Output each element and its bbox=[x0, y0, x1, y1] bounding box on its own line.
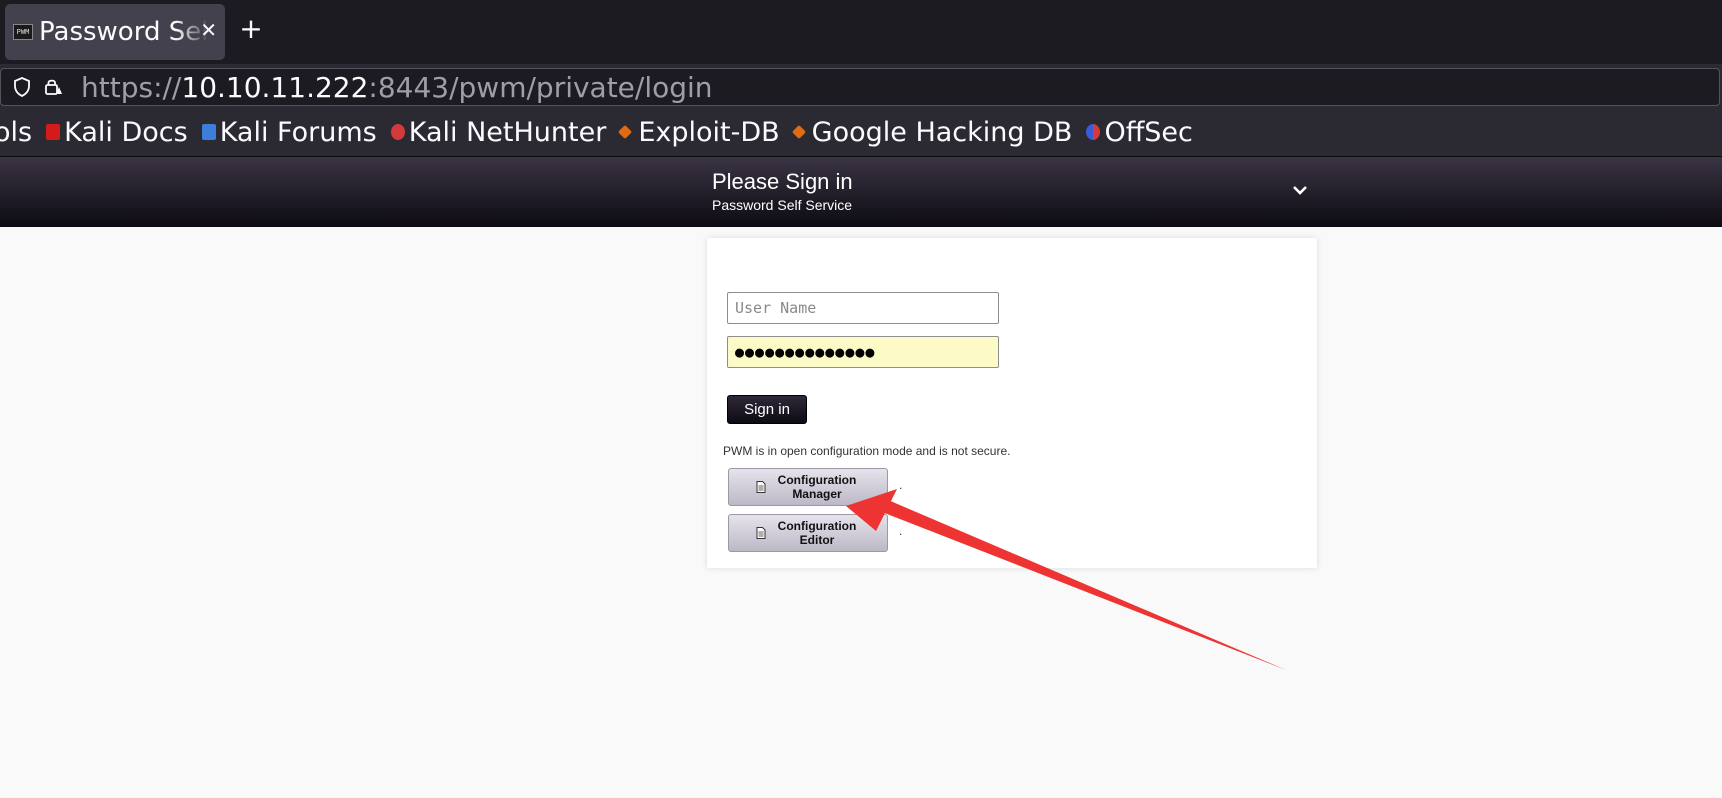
lock-warning-icon[interactable] bbox=[43, 77, 63, 97]
ghdb-icon bbox=[791, 124, 806, 140]
document-icon bbox=[756, 481, 766, 493]
chevron-down-icon[interactable] bbox=[1290, 183, 1310, 197]
url-scheme: https:// bbox=[81, 70, 182, 104]
sign-in-button[interactable]: Sign in bbox=[727, 395, 807, 424]
bookmark-tools-partial[interactable]: ols bbox=[0, 117, 32, 148]
kali-docs-icon bbox=[46, 124, 61, 140]
open-config-notice: PWM is in open configuration mode and is… bbox=[723, 444, 1011, 458]
editor-dot: . bbox=[899, 524, 903, 538]
configuration-editor-button[interactable]: Configuration Editor bbox=[728, 514, 888, 552]
password-input[interactable] bbox=[727, 336, 999, 368]
bookmark-google-hacking-db[interactable]: Google Hacking DB bbox=[791, 116, 1073, 148]
offsec-icon bbox=[1086, 124, 1101, 140]
tab-password-self-service[interactable]: PWM Password Self Service ✕ bbox=[5, 4, 225, 60]
bookmark-exploit-db[interactable]: Exploit-DB bbox=[618, 116, 780, 148]
pwm-favicon-icon: PWM bbox=[13, 24, 33, 40]
new-tab-button[interactable]: + bbox=[236, 12, 266, 45]
bookmarks-toolbar: ols Kali Docs Kali Forums Kali NetHunter… bbox=[0, 108, 1722, 157]
configuration-editor-label: Configuration Editor bbox=[777, 519, 857, 547]
page-subtitle: Password Self Service bbox=[712, 197, 853, 213]
bookmark-label: Kali Docs bbox=[64, 116, 188, 148]
bookmark-label: Kali NetHunter bbox=[408, 116, 607, 148]
exploit-db-icon bbox=[618, 124, 633, 140]
bookmark-kali-docs[interactable]: Kali Docs bbox=[46, 117, 188, 148]
manager-dot: . bbox=[899, 478, 903, 492]
page-title: Please Sign in bbox=[712, 169, 853, 194]
url-bar[interactable]: https://10.10.11.222:8443/pwm/private/lo… bbox=[0, 68, 1720, 106]
bookmark-offsec[interactable]: OffSec bbox=[1086, 116, 1193, 148]
bookmark-label: Exploit-DB bbox=[638, 116, 780, 148]
kali-forums-icon bbox=[201, 124, 216, 140]
bookmark-label: ols bbox=[0, 116, 33, 148]
navigation-bar: https://10.10.11.222:8443/pwm/private/lo… bbox=[0, 64, 1722, 108]
bookmark-kali-nethunter[interactable]: Kali NetHunter bbox=[390, 116, 607, 148]
tab-title: Password Self Service bbox=[39, 17, 209, 47]
bookmark-label: Google Hacking DB bbox=[811, 116, 1073, 148]
app-header: Please Sign in Password Self Service bbox=[0, 157, 1722, 227]
document-icon bbox=[756, 527, 766, 539]
close-tab-icon[interactable]: ✕ bbox=[200, 18, 217, 42]
tab-strip: PWM Password Self Service ✕ + bbox=[0, 0, 1722, 64]
bookmark-label: Kali Forums bbox=[219, 116, 377, 148]
url-host: 10.10.11.222 bbox=[181, 70, 369, 104]
login-panel: Sign in PWM is in open configuration mod… bbox=[707, 238, 1317, 568]
bookmark-label: OffSec bbox=[1104, 116, 1193, 148]
url-path: :8443/pwm/private/login bbox=[368, 70, 713, 104]
url-text[interactable]: https://10.10.11.222:8443/pwm/private/lo… bbox=[81, 71, 713, 104]
username-input[interactable] bbox=[727, 292, 999, 324]
configuration-manager-label: Configuration Manager bbox=[777, 473, 857, 501]
shield-icon[interactable] bbox=[13, 77, 31, 97]
bookmark-kali-forums[interactable]: Kali Forums bbox=[201, 116, 377, 148]
configuration-manager-button[interactable]: Configuration Manager bbox=[728, 468, 888, 506]
kali-nethunter-icon bbox=[390, 124, 405, 140]
